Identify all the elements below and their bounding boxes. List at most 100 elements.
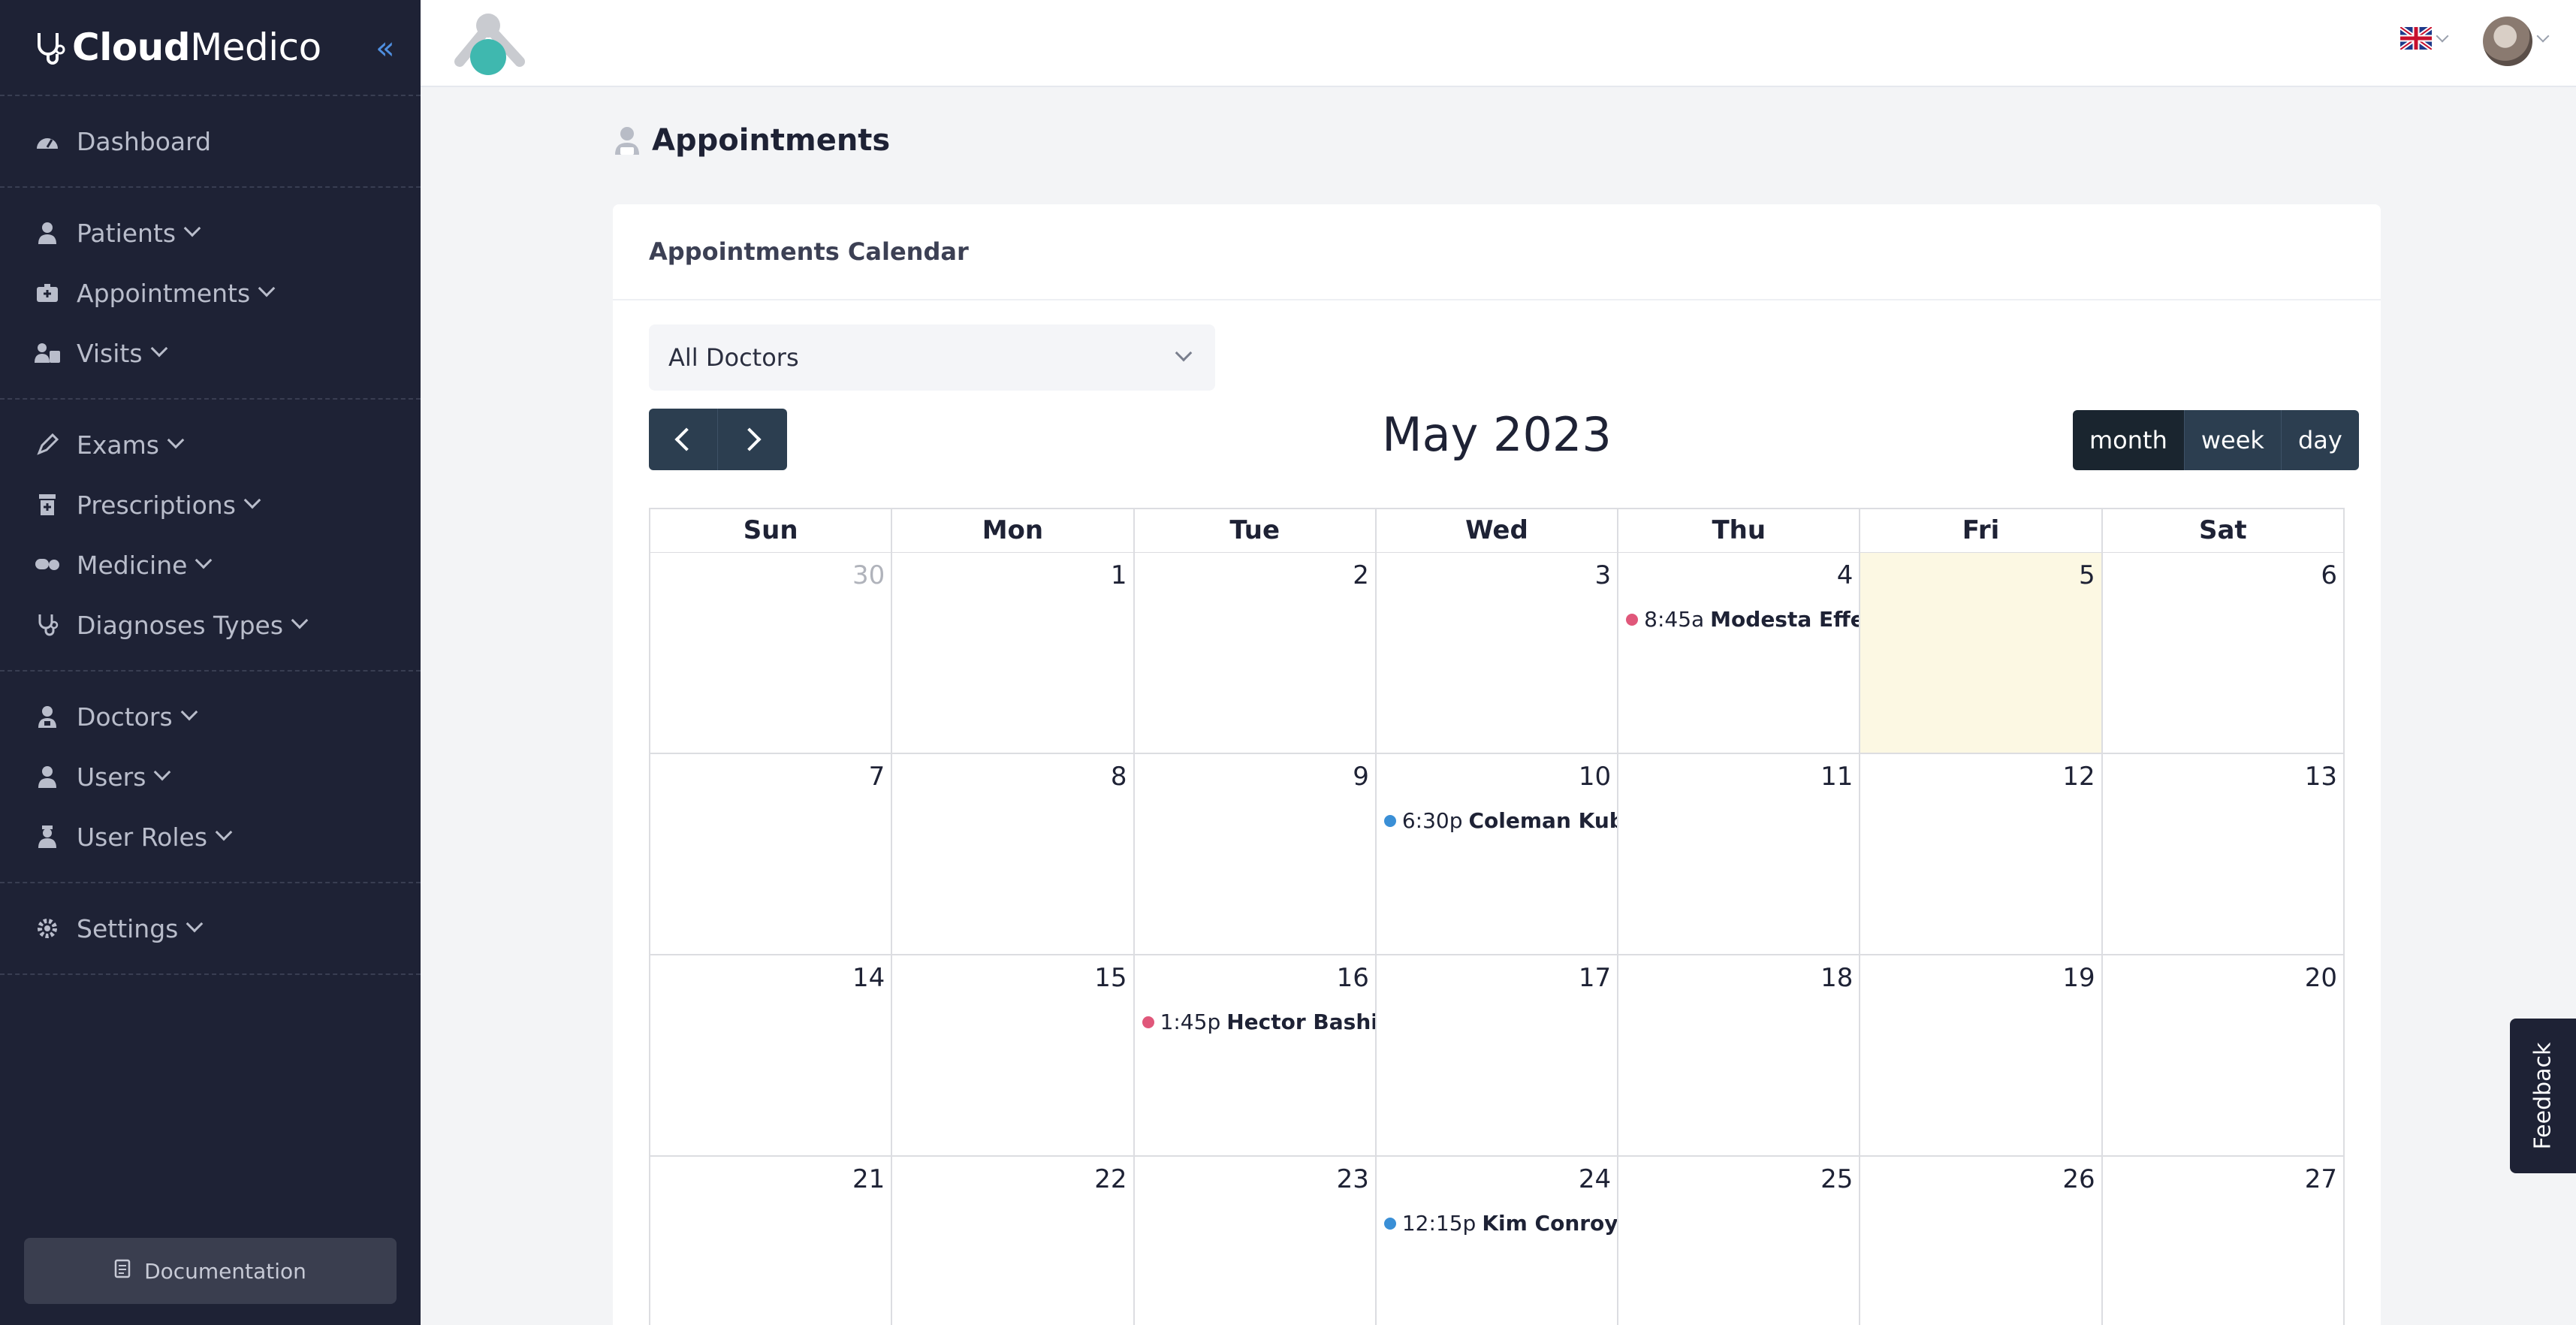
language-chevron-down-icon[interactable] bbox=[2436, 29, 2449, 43]
day-number[interactable]: 26 bbox=[2062, 1164, 2095, 1194]
user-icon bbox=[35, 764, 60, 789]
day-number[interactable]: 22 bbox=[1094, 1164, 1127, 1194]
sidebar-item-dashboard[interactable]: Dashboard bbox=[0, 111, 421, 171]
day-number[interactable]: 19 bbox=[2062, 963, 2095, 993]
day-cell[interactable]: 13 bbox=[2103, 754, 2343, 954]
sidebar-item-doctors[interactable]: Doctors bbox=[0, 687, 421, 747]
day-cell[interactable]: 20 bbox=[2103, 955, 2343, 1155]
sidebar-item-settings[interactable]: Settings bbox=[0, 898, 421, 958]
nav-group: Patients Appointments Visits bbox=[0, 188, 421, 400]
day-number[interactable]: 8 bbox=[1111, 762, 1127, 792]
day-cell[interactable]: 30 bbox=[650, 553, 893, 753]
day-cell[interactable]: 9 bbox=[1135, 754, 1377, 954]
sidebar-item-prescriptions[interactable]: Prescriptions bbox=[0, 475, 421, 535]
card-title: Appointments Calendar bbox=[613, 204, 2381, 300]
sidebar-item-visits[interactable]: Visits bbox=[0, 323, 421, 383]
day-number[interactable]: 24 bbox=[1579, 1164, 1611, 1194]
sidebar-item-diagnoses-types[interactable]: Diagnoses Types bbox=[0, 595, 421, 655]
day-cell[interactable]: 21 bbox=[650, 1157, 893, 1325]
day-cell[interactable]: 24 12:15pKim Conroy Jr. bbox=[1377, 1157, 1619, 1325]
sidebar-item-users[interactable]: Users bbox=[0, 747, 421, 807]
sidebar-item-user-roles[interactable]: User Roles bbox=[0, 807, 421, 867]
day-cell[interactable]: 15 bbox=[892, 955, 1135, 1155]
doctor-filter-select[interactable]: All Doctors bbox=[649, 324, 1215, 391]
calendar-event[interactable]: 1:45pHector Bashirian bbox=[1142, 1010, 1375, 1034]
day-cell[interactable]: 26 bbox=[1860, 1157, 2103, 1325]
day-cell[interactable]: 25 bbox=[1618, 1157, 1861, 1325]
day-number[interactable]: 2 bbox=[1353, 560, 1369, 590]
day-number[interactable]: 18 bbox=[1820, 963, 1853, 993]
day-number[interactable]: 16 bbox=[1337, 963, 1369, 993]
brand[interactable]: CloudMedico bbox=[0, 0, 421, 96]
day-cell[interactable]: 4 8:45aModesta Effertz bbox=[1618, 553, 1861, 753]
calendar-event[interactable]: 12:15pKim Conroy Jr. bbox=[1383, 1211, 1617, 1236]
brand-name: CloudMedico bbox=[72, 26, 321, 69]
day-cell[interactable]: 2 bbox=[1135, 553, 1377, 753]
day-number[interactable]: 25 bbox=[1820, 1164, 1853, 1194]
day-number[interactable]: 15 bbox=[1094, 963, 1127, 993]
day-cell[interactable]: 7 bbox=[650, 754, 893, 954]
feedback-button[interactable]: Feedback bbox=[2510, 1019, 2576, 1173]
day-cell[interactable]: 22 bbox=[892, 1157, 1135, 1325]
day-cell[interactable]: 17 bbox=[1377, 955, 1619, 1155]
nav-group: Dashboard bbox=[0, 96, 421, 188]
user-menu-chevron-down-icon[interactable] bbox=[2536, 29, 2550, 43]
day-number[interactable]: 21 bbox=[852, 1164, 885, 1194]
chevron-down-icon bbox=[180, 703, 198, 721]
day-cell[interactable]: 12 bbox=[1860, 754, 2103, 954]
day-cell[interactable]: 23 bbox=[1135, 1157, 1377, 1325]
calendar-event[interactable]: 8:45aModesta Effertz bbox=[1626, 607, 1859, 632]
day-cell[interactable]: 18 bbox=[1618, 955, 1861, 1155]
day-number[interactable]: 27 bbox=[2305, 1164, 2337, 1194]
day-cell[interactable]: 10 6:30pColeman Kub L bbox=[1377, 754, 1619, 954]
sidebar-item-exams[interactable]: Exams bbox=[0, 415, 421, 475]
week-view-button[interactable]: week bbox=[2183, 410, 2281, 470]
chevron-down-icon bbox=[150, 340, 167, 358]
day-number[interactable]: 1 bbox=[1111, 560, 1127, 590]
event-time: 1:45p bbox=[1160, 1010, 1221, 1034]
day-view-button[interactable]: day bbox=[2280, 410, 2359, 470]
day-cell[interactable]: 19 bbox=[1860, 955, 2103, 1155]
day-cell[interactable]: 14 bbox=[650, 955, 893, 1155]
day-number[interactable]: 11 bbox=[1820, 762, 1853, 792]
day-number[interactable]: 30 bbox=[852, 560, 885, 590]
week-row: 14 15 16 1:45pHector Bashirian 17 18 19 20 bbox=[649, 955, 2345, 1157]
day-number[interactable]: 9 bbox=[1353, 762, 1369, 792]
day-number[interactable]: 13 bbox=[2305, 762, 2337, 792]
day-number[interactable]: 3 bbox=[1594, 560, 1611, 590]
day-cell[interactable]: 1 bbox=[892, 553, 1135, 753]
day-cell[interactable]: 16 1:45pHector Bashirian bbox=[1135, 955, 1377, 1155]
sidebar-item-label: Dashboard bbox=[77, 126, 212, 156]
user-avatar[interactable] bbox=[2483, 17, 2532, 66]
chevron-down-icon bbox=[215, 823, 233, 841]
event-time: 6:30p bbox=[1401, 808, 1463, 833]
day-number[interactable]: 5 bbox=[2079, 560, 2095, 590]
day-cell[interactable]: 8 bbox=[892, 754, 1135, 954]
day-number[interactable]: 20 bbox=[2305, 963, 2337, 993]
sidebar: CloudMedico « Dashboard Patients Appointme… bbox=[0, 0, 421, 1325]
day-cell-today[interactable]: 5 bbox=[1860, 553, 2103, 753]
day-number[interactable]: 17 bbox=[1579, 963, 1611, 993]
day-cell[interactable]: 27 bbox=[2103, 1157, 2343, 1325]
day-number[interactable]: 6 bbox=[2321, 560, 2337, 590]
sidebar-item-appointments[interactable]: Appointments bbox=[0, 263, 421, 323]
uk-flag-icon[interactable] bbox=[2400, 27, 2432, 50]
user-role-icon bbox=[35, 824, 60, 850]
day-number[interactable]: 7 bbox=[869, 762, 885, 792]
calendar-event[interactable]: 6:30pColeman Kub L bbox=[1383, 808, 1617, 833]
day-cell[interactable]: 11 bbox=[1618, 754, 1861, 954]
month-view-button[interactable]: month bbox=[2073, 410, 2184, 470]
day-cell[interactable]: 6 bbox=[2103, 553, 2343, 753]
day-cell[interactable]: 3 bbox=[1377, 553, 1619, 753]
day-number[interactable]: 12 bbox=[2062, 762, 2095, 792]
day-number[interactable]: 4 bbox=[1837, 560, 1854, 590]
documentation-button[interactable]: Documentation bbox=[24, 1238, 397, 1304]
sidebar-item-patients[interactable]: Patients bbox=[0, 203, 421, 263]
week-row: 30 1 2 3 4 8:45aModesta Effertz 5 6 bbox=[649, 553, 2345, 754]
day-number[interactable]: 10 bbox=[1579, 762, 1611, 792]
app-logo-icon[interactable] bbox=[445, 11, 535, 75]
day-number[interactable]: 14 bbox=[852, 963, 885, 993]
sidebar-item-medicine[interactable]: Medicine bbox=[0, 535, 421, 595]
collapse-sidebar-icon[interactable]: « bbox=[376, 30, 406, 66]
day-number[interactable]: 23 bbox=[1337, 1164, 1369, 1194]
